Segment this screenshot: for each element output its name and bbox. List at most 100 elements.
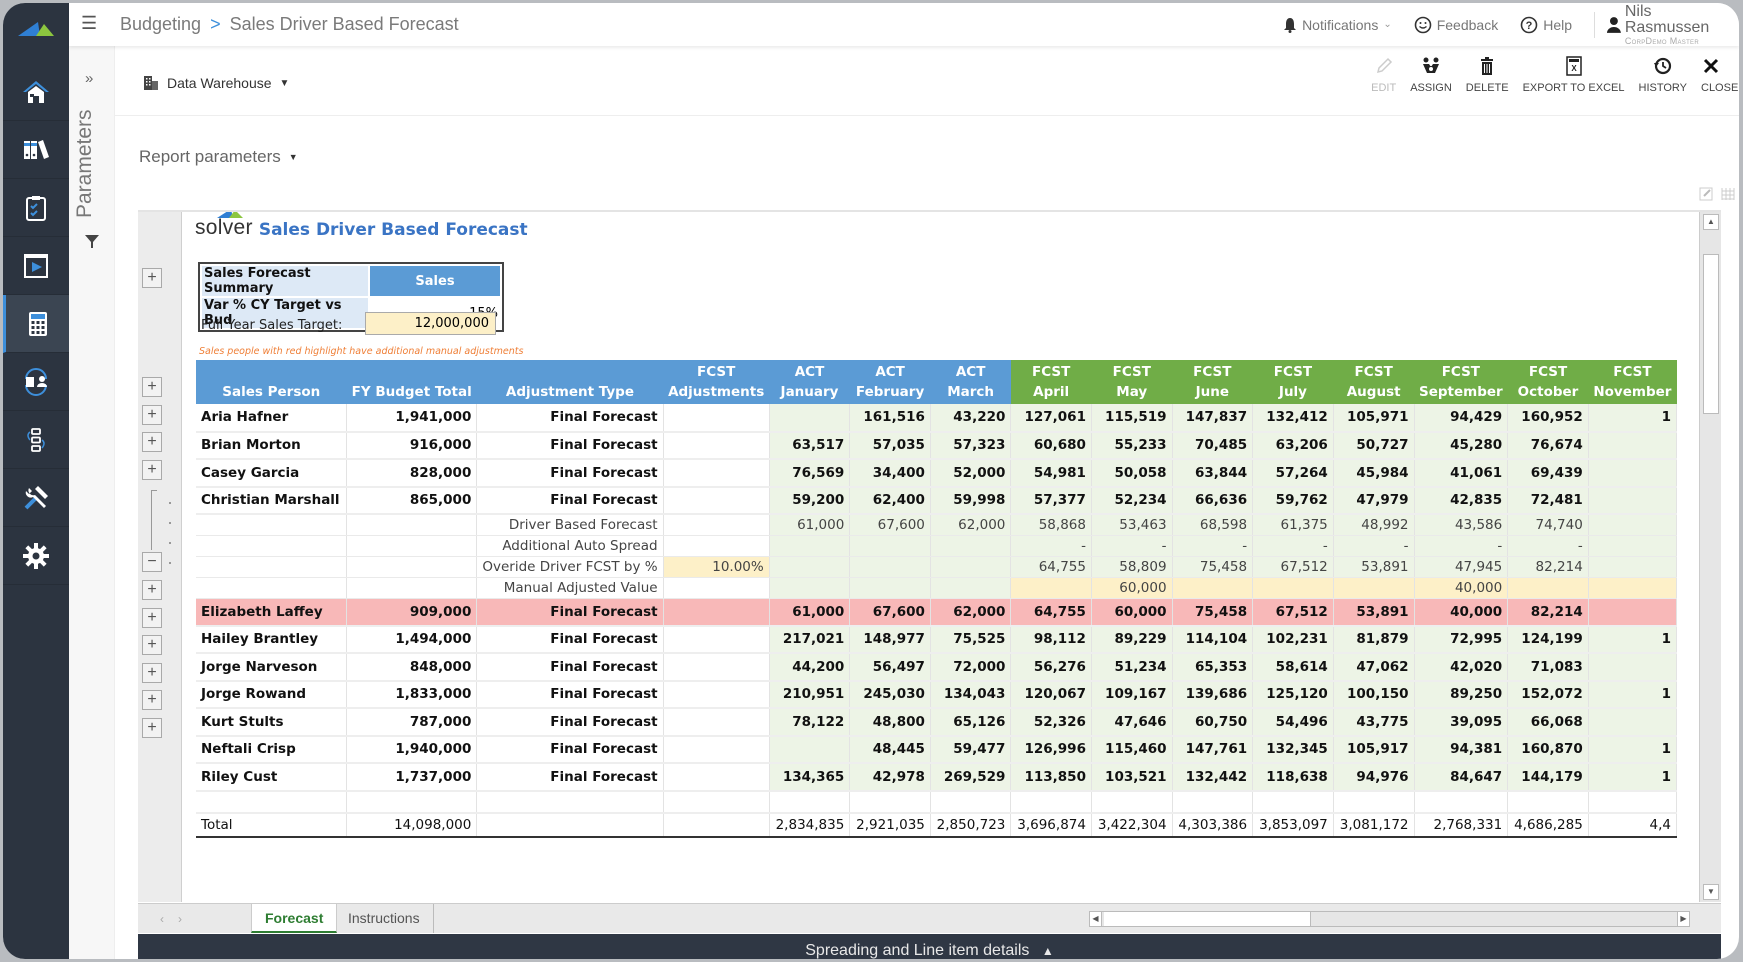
month-value-cell[interactable]: 56,276 <box>1010 653 1092 682</box>
sidebar-item-reports[interactable] <box>3 237 69 295</box>
month-value-cell[interactable]: 124,199 <box>1507 625 1589 654</box>
history-button[interactable]: HISTORY <box>1639 56 1687 94</box>
month-value-cell[interactable]: 102,231 <box>1252 625 1334 654</box>
month-value-cell[interactable]: 82,214 <box>1507 598 1589 627</box>
fcst-adjustment-cell[interactable] <box>663 763 770 792</box>
month-value-cell[interactable]: 78,122 <box>769 708 851 737</box>
month-value-cell[interactable]: 126,996 <box>1010 735 1092 764</box>
month-value-cell[interactable]: 113,850 <box>1010 763 1092 792</box>
month-value-cell[interactable]: 50,727 <box>1333 431 1415 460</box>
fcst-adjustment-cell[interactable] <box>663 535 770 557</box>
month-value-cell[interactable] <box>1588 708 1677 737</box>
month-value-cell[interactable]: 66,068 <box>1507 708 1589 737</box>
month-value-cell[interactable]: 59,200 <box>769 486 851 515</box>
month-value-cell[interactable] <box>849 577 931 599</box>
fcst-adjustment-cell[interactable] <box>663 431 770 460</box>
month-value-cell[interactable]: 120,067 <box>1010 680 1092 709</box>
expand-summary-button[interactable]: + <box>142 268 162 288</box>
month-value-cell[interactable]: 160,952 <box>1507 404 1589 433</box>
month-value-cell[interactable]: 57,377 <box>1010 486 1092 515</box>
tab-scroll-arrows[interactable]: ‹› <box>160 912 196 926</box>
sidebar-item-library[interactable] <box>3 121 69 179</box>
month-value-cell[interactable]: 127,061 <box>1010 404 1092 433</box>
month-value-cell[interactable] <box>769 577 851 599</box>
month-value-cell[interactable]: 59,477 <box>930 735 1012 764</box>
scroll-right-button[interactable]: ▶ <box>1677 912 1689 926</box>
data-source-dropdown[interactable]: Data Warehouse ▼ <box>143 75 289 91</box>
month-value-cell[interactable]: 125,120 <box>1252 680 1334 709</box>
month-value-cell[interactable]: 152,072 <box>1507 680 1589 709</box>
month-value-cell[interactable]: 132,412 <box>1252 404 1334 433</box>
sidebar-item-tasks[interactable] <box>3 179 69 237</box>
month-value-cell[interactable]: 53,891 <box>1333 598 1415 627</box>
month-value-cell[interactable]: 1 <box>1588 763 1677 792</box>
month-value-cell[interactable]: 81,879 <box>1333 625 1415 654</box>
month-value-cell[interactable]: 105,917 <box>1333 735 1415 764</box>
expand-row-button[interactable]: + <box>142 460 162 480</box>
month-value-cell[interactable]: 51,234 <box>1091 653 1173 682</box>
month-value-cell[interactable] <box>1010 577 1092 599</box>
month-value-cell[interactable]: 103,521 <box>1091 763 1173 792</box>
month-value-cell[interactable]: 40,000 <box>1414 577 1509 599</box>
month-value-cell[interactable]: 39,095 <box>1414 708 1509 737</box>
month-value-cell[interactable]: 161,516 <box>849 404 931 433</box>
edit-button[interactable]: EDIT <box>1371 56 1396 94</box>
filter-icon[interactable] <box>84 233 100 249</box>
month-value-cell[interactable]: 40,000 <box>1414 598 1509 627</box>
month-value-cell[interactable]: 62,000 <box>930 598 1012 627</box>
month-value-cell[interactable]: 48,800 <box>849 708 931 737</box>
month-value-cell[interactable]: 47,646 <box>1091 708 1173 737</box>
month-value-cell[interactable]: 98,112 <box>1010 625 1092 654</box>
month-value-cell[interactable]: 54,981 <box>1010 459 1092 488</box>
month-value-cell[interactable]: 63,844 <box>1172 459 1254 488</box>
month-value-cell[interactable]: 50,058 <box>1091 459 1173 488</box>
month-value-cell[interactable]: 160,870 <box>1507 735 1589 764</box>
expand-row-button[interactable]: + <box>142 405 162 425</box>
expand-sheet-icon[interactable] <box>1699 187 1713 201</box>
month-value-cell[interactable]: 34,400 <box>849 459 931 488</box>
month-value-cell[interactable]: 42,020 <box>1414 653 1509 682</box>
target-input[interactable]: 12,000,000 <box>365 312 496 335</box>
month-value-cell[interactable] <box>1588 486 1677 515</box>
menu-icon[interactable]: ☰ <box>81 13 97 34</box>
user-menu[interactable]: Nils Rasmussen CorpDemo Master <box>1607 3 1739 46</box>
fcst-adjustment-cell[interactable] <box>663 404 770 433</box>
month-value-cell[interactable]: 147,761 <box>1172 735 1254 764</box>
month-value-cell[interactable]: 217,021 <box>769 625 851 654</box>
month-value-cell[interactable]: 57,264 <box>1252 459 1334 488</box>
month-value-cell[interactable]: 76,569 <box>769 459 851 488</box>
sidebar-item-budgeting[interactable] <box>3 295 69 353</box>
fcst-adjustment-cell[interactable] <box>663 514 770 536</box>
assign-button[interactable]: ASSIGN <box>1410 56 1452 94</box>
help-button[interactable]: ? Help <box>1520 16 1572 34</box>
expand-row-button[interactable]: + <box>142 690 162 710</box>
month-value-cell[interactable]: 67,512 <box>1252 598 1334 627</box>
month-value-cell[interactable]: 1 <box>1588 625 1677 654</box>
month-value-cell[interactable] <box>769 404 851 433</box>
month-value-cell[interactable]: 47,979 <box>1333 486 1415 515</box>
scroll-down-button[interactable]: ▼ <box>1703 884 1719 900</box>
month-value-cell[interactable]: 1 <box>1588 404 1677 433</box>
scroll-thumb[interactable] <box>1703 254 1719 414</box>
fcst-adjustment-cell[interactable] <box>663 735 770 764</box>
month-value-cell[interactable]: 269,529 <box>930 763 1012 792</box>
month-value-cell[interactable]: 56,497 <box>849 653 931 682</box>
month-value-cell[interactable]: 89,229 <box>1091 625 1173 654</box>
month-value-cell[interactable]: 148,977 <box>849 625 931 654</box>
month-value-cell[interactable]: 84,647 <box>1414 763 1509 792</box>
fcst-adjustment-cell[interactable] <box>663 459 770 488</box>
fcst-adjustment-cell[interactable] <box>663 598 770 627</box>
month-value-cell[interactable]: 147,837 <box>1172 404 1254 433</box>
month-value-cell[interactable] <box>1588 653 1677 682</box>
month-value-cell[interactable]: 43,220 <box>930 404 1012 433</box>
month-value-cell[interactable]: 61,000 <box>769 598 851 627</box>
month-value-cell[interactable]: 72,000 <box>930 653 1012 682</box>
close-button[interactable]: CLOSE <box>1701 56 1739 94</box>
fcst-adjustment-cell[interactable] <box>663 625 770 654</box>
scroll-thumb[interactable] <box>1104 912 1311 926</box>
month-value-cell[interactable] <box>1172 577 1254 599</box>
month-value-cell[interactable]: 44,200 <box>769 653 851 682</box>
sidebar-item-assignments[interactable] <box>3 353 69 411</box>
month-value-cell[interactable] <box>1588 598 1677 627</box>
month-value-cell[interactable]: 144,179 <box>1507 763 1589 792</box>
